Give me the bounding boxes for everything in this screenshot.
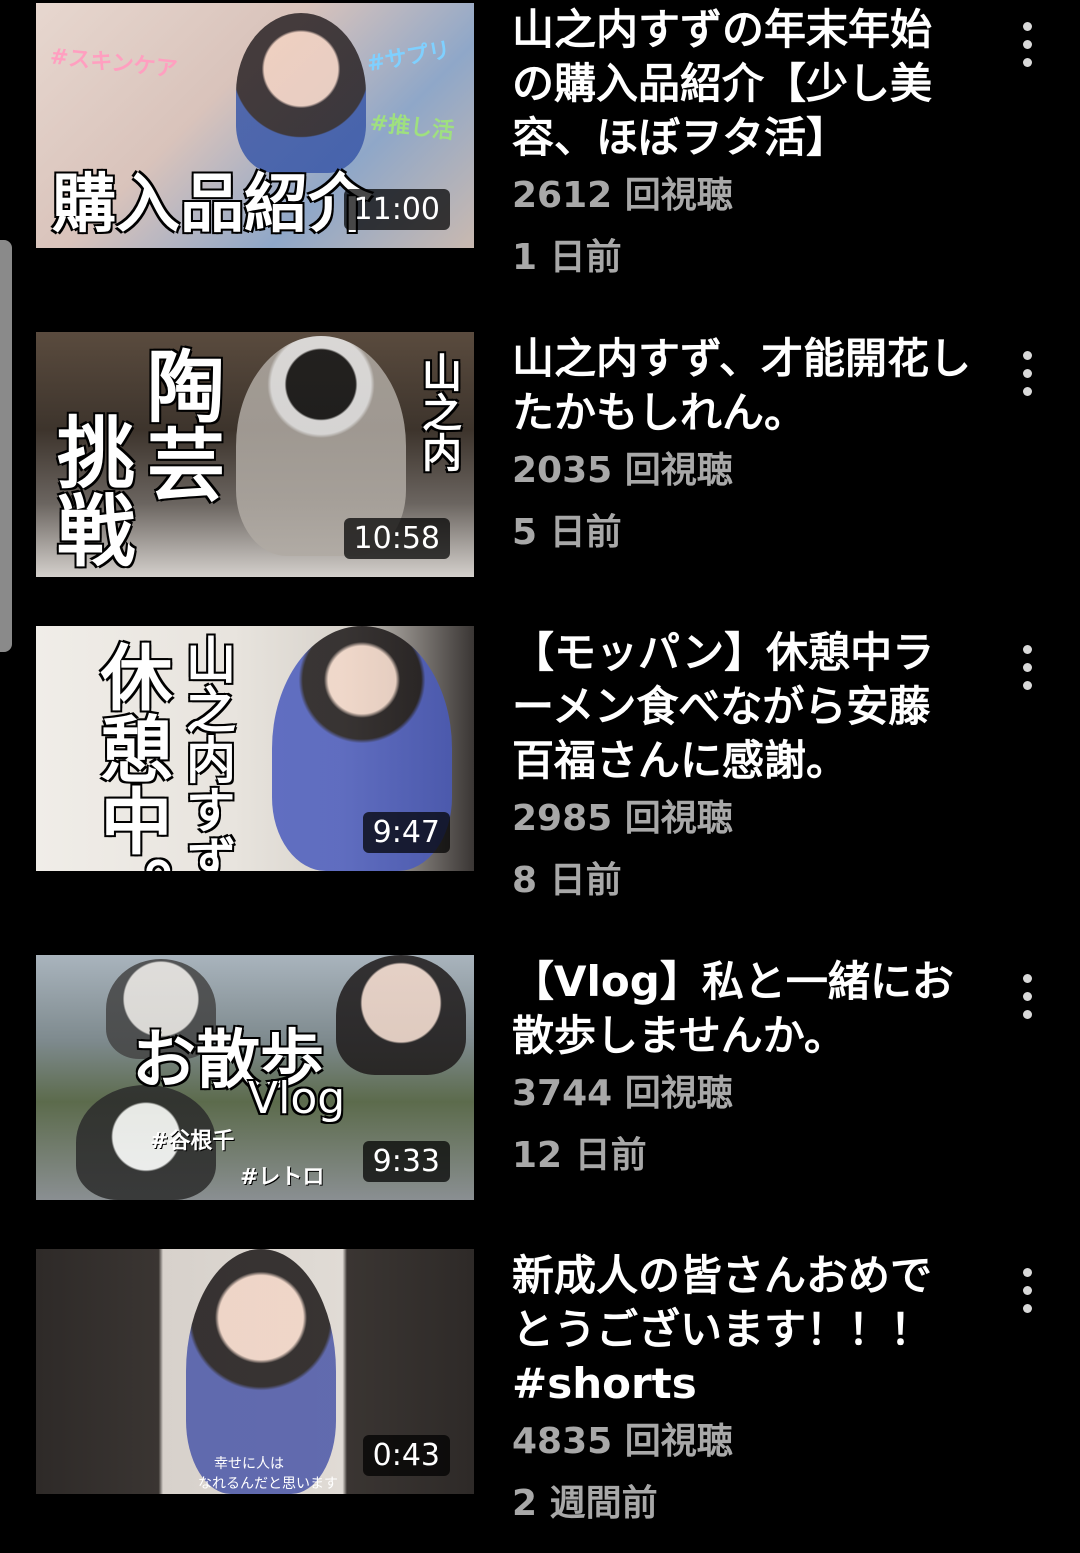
thumbnail-title-text: 挑戦 [44,412,135,568]
more-vert-icon [1022,680,1032,690]
thumbnail-tag: #谷根千 [150,1129,235,1154]
more-vert-icon [1022,39,1032,49]
thumbnail-title-text: 陶芸 [134,346,225,502]
thumbnail-side-text: 山之内 [415,352,462,472]
more-vert-icon [1022,21,1032,31]
video-views: 2612 回視聴 [512,175,733,216]
video-duration: 10:58 [343,518,450,559]
thumbnail-title-text: 休憩中。 [88,640,173,871]
more-options-button[interactable] [1004,338,1050,408]
video-info: 【モッパン】休憩中ラーメン食べながら安藤百福さんに感謝。 2985 回視聴 8 … [512,626,972,912]
video-info: 新成人の皆さんおめでとうございます！！！ #shorts 4835 回視聴 2 … [512,1249,972,1535]
video-views: 2035 回視聴 [512,450,733,491]
more-vert-icon [1022,386,1032,396]
more-vert-icon [1022,368,1032,378]
video-info: 山之内すず、才能開花したかもしれん。 2035 回視聴 5 日前 [512,332,972,564]
scroll-indicator[interactable] [0,240,12,652]
thumbnail-tag: #レトロ [240,1165,325,1190]
video-title[interactable]: 新成人の皆さんおめでとうございます！！！ #shorts [512,1249,972,1411]
more-vert-icon [1022,57,1032,67]
video-views: 2985 回視聴 [512,798,733,839]
video-age: 5 日前 [512,512,622,553]
video-thumbnail[interactable]: 幸せに人は なれるんだと思います 0:43 [36,1249,474,1494]
video-title[interactable]: 【モッパン】休憩中ラーメン食べながら安藤百福さんに感謝。 [512,626,972,788]
video-duration: 9:47 [362,812,450,853]
video-age: 8 日前 [512,860,622,901]
video-thumbnail[interactable]: お散歩 Vlog #谷根千 #レトロ 9:33 [36,955,474,1200]
video-age: 2 週間前 [512,1483,658,1524]
more-options-button[interactable] [1004,9,1050,79]
video-thumbnail[interactable]: 休憩中。 山之内すず、 9:47 [36,626,474,871]
thumbnail-title-text: 購入品紹介 [52,167,372,242]
thumbnail-person [236,13,366,173]
video-duration: 11:00 [343,189,450,230]
thumbnail-caption: なれるんだと思います [198,1476,338,1492]
more-vert-icon [1022,662,1032,672]
more-options-button[interactable] [1004,632,1050,702]
more-vert-icon [1022,973,1032,983]
more-options-button[interactable] [1004,1255,1050,1325]
video-info: 山之内すずの年末年始の購入品紹介【少し美容、ほぼヲタ活】 2612 回視聴 1 … [512,3,972,289]
more-vert-icon [1022,644,1032,654]
video-age: 1 日前 [512,237,622,278]
thumbnail-sub-text: Vlog [248,1073,346,1124]
thumbnail-caption: 幸せに人は [214,1456,284,1472]
more-vert-icon [1022,1285,1032,1295]
thumbnail-side-text: 山之内すず、 [178,634,237,871]
more-vert-icon [1022,1303,1032,1313]
more-vert-icon [1022,991,1032,1001]
video-age: 12 日前 [512,1135,647,1176]
more-vert-icon [1022,1267,1032,1277]
video-title[interactable]: 山之内すずの年末年始の購入品紹介【少し美容、ほぼヲタ活】 [512,3,972,165]
video-duration: 0:43 [362,1435,450,1476]
video-info: 【Vlog】私と一緒にお散歩しませんか。 3744 回視聴 12 日前 [512,955,972,1187]
video-duration: 9:33 [362,1141,450,1182]
more-options-button[interactable] [1004,961,1050,1031]
video-title[interactable]: 【Vlog】私と一緒にお散歩しませんか。 [512,955,972,1063]
more-vert-icon [1022,1009,1032,1019]
more-vert-icon [1022,350,1032,360]
video-thumbnail[interactable]: #スキンケア #サプリ #推し活 購入品紹介 11:00 [36,3,474,248]
video-title[interactable]: 山之内すず、才能開花したかもしれん。 [512,332,972,440]
thumbnail-person [336,955,466,1075]
video-thumbnail[interactable]: 陶芸 挑戦 山之内 10:58 [36,332,474,577]
video-views: 3744 回視聴 [512,1073,733,1114]
video-views: 4835 回視聴 [512,1421,733,1462]
